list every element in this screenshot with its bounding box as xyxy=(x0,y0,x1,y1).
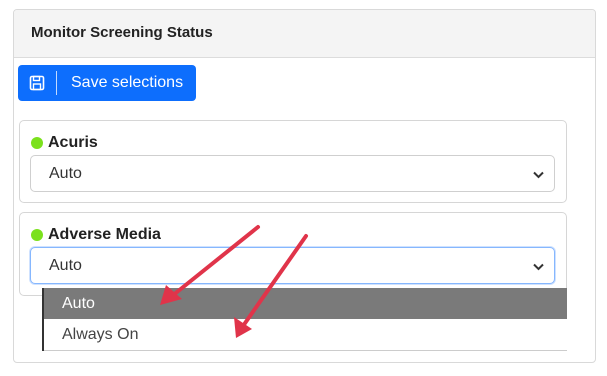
source-card-acuris: Acuris Auto xyxy=(19,120,567,203)
status-dropdown-list: Auto Always On xyxy=(42,288,567,351)
status-dot-icon xyxy=(31,137,43,149)
source-card-adverse-media: Adverse Media Auto xyxy=(19,212,567,296)
save-selections-button[interactable]: Save selections xyxy=(18,65,196,101)
chevron-down-icon xyxy=(533,263,544,271)
source-name: Acuris xyxy=(48,134,98,151)
source-title-acuris: Acuris xyxy=(31,134,98,152)
save-button-label: Save selections xyxy=(71,74,184,91)
dropdown-option-always-on[interactable]: Always On xyxy=(44,319,567,351)
panel-title: Monitor Screening Status xyxy=(14,10,595,58)
source-title-adverse-media: Adverse Media xyxy=(31,226,161,244)
acuris-status-select[interactable]: Auto xyxy=(30,155,555,192)
dropdown-option-auto[interactable]: Auto xyxy=(44,288,567,319)
source-name: Adverse Media xyxy=(48,226,161,243)
floppy-disk-icon xyxy=(18,65,56,101)
chevron-down-icon xyxy=(533,171,544,179)
select-value: Auto xyxy=(49,256,82,274)
status-dot-icon xyxy=(31,229,43,241)
select-value: Auto xyxy=(49,164,82,182)
adverse-media-status-select[interactable]: Auto xyxy=(30,247,555,284)
